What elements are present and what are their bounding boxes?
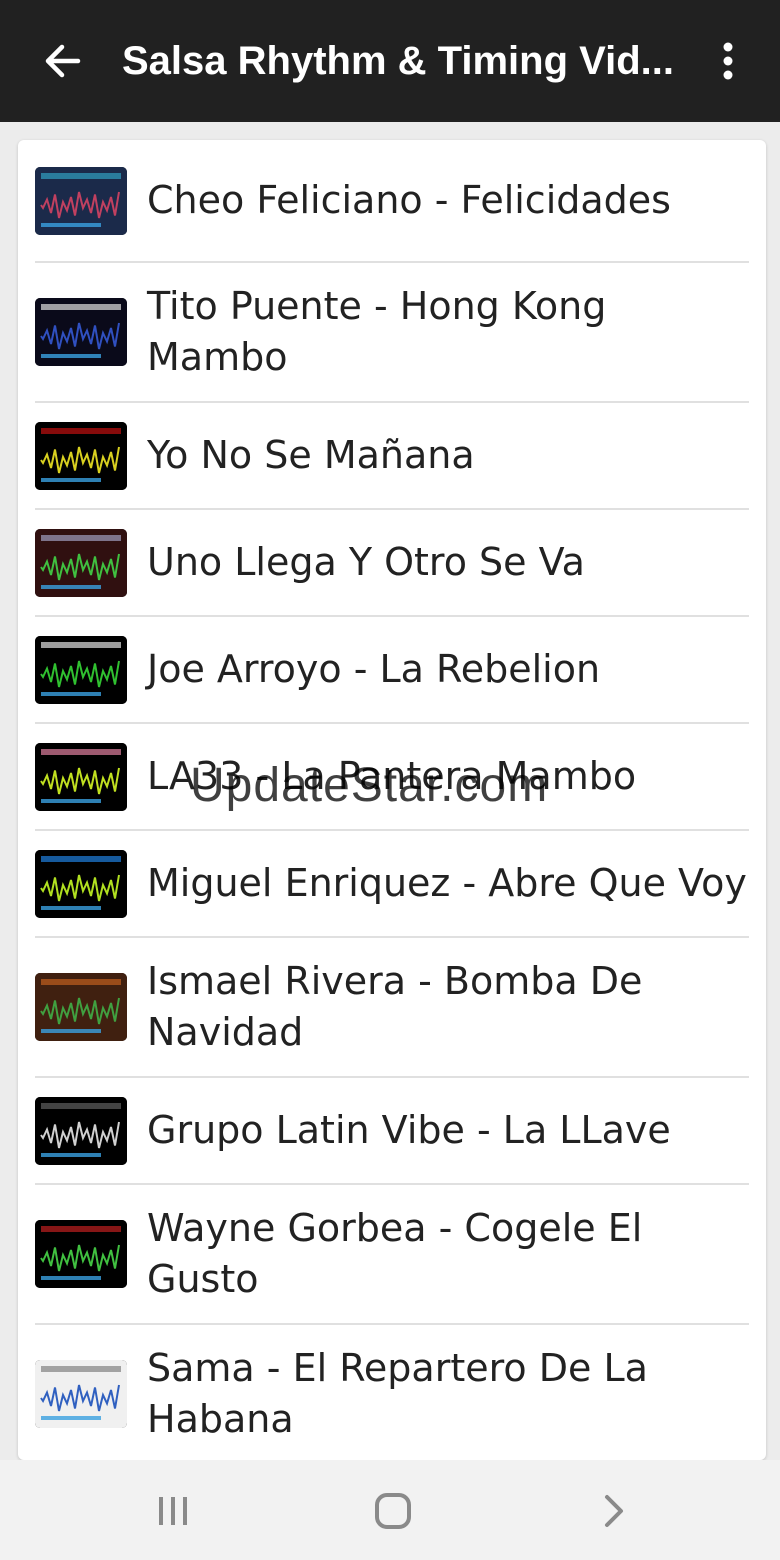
video-thumbnail [35,166,127,235]
video-thumbnail [35,635,127,704]
video-thumbnail [35,849,127,918]
video-thumbnail [35,528,127,597]
video-list: Cheo Feliciano - Felicidades Tito Puente … [35,140,749,1460]
video-thumbnail [35,1360,127,1428]
list-item-label: Tito Puente - Hong Kong Mambo [147,284,607,379]
list-item-label: Grupo Latin Vibe - La LLave [147,1108,671,1152]
list-item[interactable]: LA33 - La Pantera Mambo [35,724,749,831]
list-item[interactable]: Uno Llega Y Otro Se Va [35,510,749,617]
list-item[interactable]: Tito Puente - Hong Kong Mambo [35,263,749,403]
back-nav-button[interactable] [573,1476,653,1546]
list-item-label: Joe Arroyo - La Rebelion [147,647,601,691]
home-button[interactable] [353,1476,433,1546]
chevron-right-icon [605,1495,623,1527]
list-item-label: Cheo Feliciano - Felicidades [147,178,671,222]
list-item-label: Sama - El Repartero De La Habana [147,1346,648,1441]
more-options-button[interactable] [698,31,758,91]
list-item[interactable]: Cheo Feliciano - Felicidades [35,140,749,263]
list-item-label: Wayne Gorbea - Cogele El Gusto [147,1206,643,1301]
list-item[interactable]: Grupo Latin Vibe - La LLave [35,1078,749,1185]
recents-button[interactable] [133,1476,213,1546]
video-thumbnail [35,298,127,366]
list-item-label: Uno Llega Y Otro Se Va [147,540,585,584]
more-vertical-icon [723,42,733,80]
arrow-left-icon [45,44,81,78]
list-item[interactable]: Wayne Gorbea - Cogele El Gusto [35,1185,749,1325]
app-bar: Salsa Rhythm & Timing Vid... [0,0,780,122]
list-item-label: Miguel Enriquez - Abre Que Voy [147,861,747,905]
video-thumbnail [35,1220,127,1288]
list-item[interactable]: Ismael Rivera - Bomba De Navidad [35,938,749,1078]
list-item[interactable]: Joe Arroyo - La Rebelion [35,617,749,724]
list-item-label: Yo No Se Mañana [147,433,475,477]
list-item-label: LA33 - La Pantera Mambo [147,754,637,798]
list-item-label: Ismael Rivera - Bomba De Navidad [147,959,643,1054]
video-thumbnail [35,1096,127,1165]
video-thumbnail [35,421,127,490]
video-list-card: Cheo Feliciano - Felicidades Tito Puente … [18,140,766,1460]
recents-icon [159,1497,187,1525]
list-item[interactable]: Yo No Se Mañana [35,403,749,510]
video-thumbnail [35,742,127,811]
system-nav-bar [0,1460,780,1560]
back-button[interactable] [32,31,92,91]
video-thumbnail [35,973,127,1041]
home-icon [375,1493,411,1529]
page-title: Salsa Rhythm & Timing Vid... [122,38,674,83]
list-item[interactable]: Miguel Enriquez - Abre Que Voy [35,831,749,938]
list-item[interactable]: Sama - El Repartero De La Habana [35,1325,749,1460]
